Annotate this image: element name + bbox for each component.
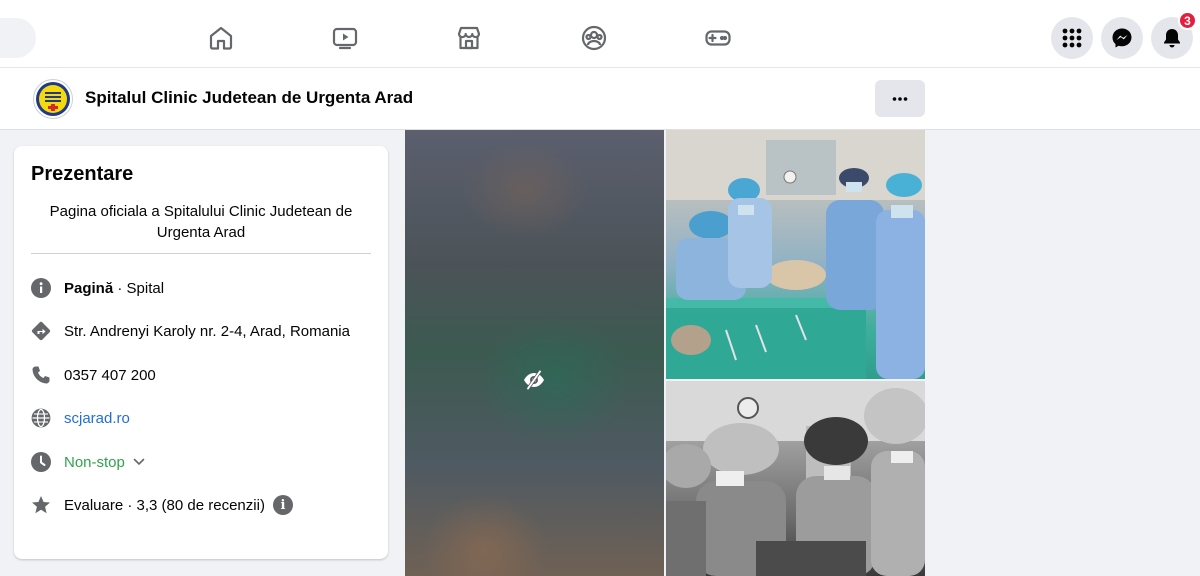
messenger-button[interactable] bbox=[1101, 17, 1143, 59]
home-icon bbox=[209, 26, 233, 50]
page-header: Spitalul Clinic Judetean de Urgenta Arad bbox=[0, 68, 1200, 130]
page-profile-picture[interactable] bbox=[33, 79, 73, 119]
hours-status: Non-stop bbox=[64, 453, 125, 471]
more-options-button[interactable] bbox=[875, 80, 925, 117]
phone-number[interactable]: 0357 407 200 bbox=[64, 367, 156, 384]
marketplace-tab[interactable] bbox=[444, 14, 494, 62]
address-row: Str. Andrenyi Karoly nr. 2-4, Arad, Roma… bbox=[31, 319, 350, 343]
menu-button[interactable] bbox=[1051, 17, 1093, 59]
surgery-team-photo[interactable] bbox=[666, 130, 925, 379]
notification-count-badge: 3 bbox=[1178, 11, 1197, 30]
surgery-team-image bbox=[666, 130, 925, 379]
rating-info-icon[interactable]: i bbox=[272, 495, 293, 515]
gaming-icon bbox=[705, 30, 731, 46]
directions-icon bbox=[31, 321, 51, 341]
hospital-logo-icon bbox=[36, 82, 70, 116]
top-navigation-bar: 3 bbox=[0, 0, 1200, 68]
category-separator: · bbox=[113, 279, 127, 297]
intro-description: Pagina oficiala a Spitalului Clinic Jude… bbox=[49, 203, 353, 241]
groups-icon bbox=[581, 25, 607, 51]
star-icon bbox=[31, 495, 51, 515]
address-text: Str. Andrenyi Karoly nr. 2-4, Arad, Roma… bbox=[64, 322, 350, 340]
clock-icon bbox=[31, 452, 51, 472]
hours-row: Non-stop bbox=[31, 450, 145, 474]
website-link[interactable]: scjarad.ro bbox=[64, 410, 130, 427]
category-row: Pagină · Spital bbox=[31, 276, 164, 300]
notifications-button[interactable]: 3 bbox=[1151, 11, 1197, 59]
divider bbox=[31, 253, 371, 254]
home-tab[interactable] bbox=[196, 14, 246, 62]
info-circle-icon bbox=[31, 278, 51, 298]
intro-card: Prezentare Pagina oficiala a Spitalului … bbox=[14, 146, 388, 559]
messenger-icon bbox=[1112, 28, 1132, 48]
surgery-bw-photo[interactable] bbox=[666, 381, 925, 576]
marketplace-icon bbox=[457, 26, 481, 50]
page-title[interactable]: Spitalul Clinic Judetean de Urgenta Arad bbox=[85, 88, 413, 108]
intro-title: Prezentare bbox=[31, 163, 134, 185]
bell-icon bbox=[1164, 29, 1180, 48]
chevron-down-icon bbox=[133, 458, 145, 466]
category-label: Pagină bbox=[64, 279, 114, 297]
phone-row: 0357 407 200 bbox=[31, 363, 156, 387]
groups-tab[interactable] bbox=[569, 14, 619, 62]
phone-icon bbox=[31, 365, 51, 385]
globe-icon bbox=[31, 408, 51, 428]
more-dots-icon bbox=[892, 96, 908, 101]
category-value: Spital bbox=[126, 279, 165, 297]
apps-grid-icon bbox=[1062, 28, 1082, 48]
rating-row: Evaluare · 3,3 (80 de recenzii) i bbox=[31, 493, 293, 517]
gaming-tab[interactable] bbox=[693, 14, 743, 62]
video-icon bbox=[332, 27, 358, 50]
blurred-photo[interactable] bbox=[405, 130, 664, 576]
hours-dropdown[interactable]: Non-stop bbox=[64, 454, 145, 471]
website-row: scjarad.ro bbox=[31, 406, 130, 430]
surgery-bw-image bbox=[666, 381, 925, 576]
rating-text: Evaluare · 3,3 (80 de recenzii) bbox=[64, 496, 265, 514]
search-bar[interactable] bbox=[0, 18, 36, 58]
video-tab[interactable] bbox=[320, 14, 370, 62]
eye-off-icon[interactable] bbox=[522, 370, 546, 390]
